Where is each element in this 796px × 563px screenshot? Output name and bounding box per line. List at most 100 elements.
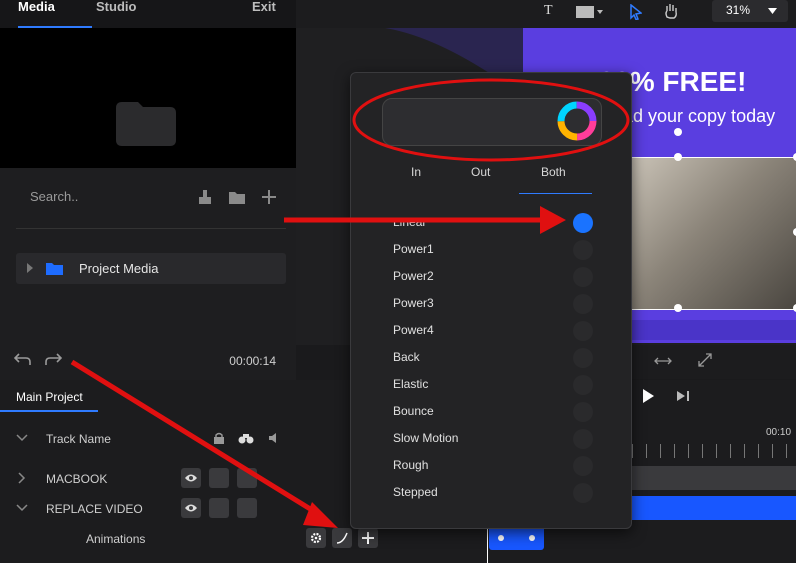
redo-icon[interactable] [44, 352, 62, 366]
easing-preview[interactable] [382, 98, 602, 146]
eye-icon [185, 504, 197, 512]
tab-in[interactable]: In [411, 165, 421, 179]
easing-radio[interactable] [573, 402, 593, 422]
easing-option-label: Stepped [393, 485, 438, 499]
easing-option[interactable]: Rough [393, 456, 593, 480]
tab-studio[interactable]: Studio [96, 0, 136, 28]
folder-icon [46, 263, 63, 275]
playhead[interactable] [487, 526, 488, 563]
tab-indicator [519, 193, 592, 194]
media-item-project-media[interactable]: Project Media [16, 253, 286, 284]
divider [16, 228, 286, 229]
animation-keyframes[interactable] [489, 526, 544, 550]
track-header-row: Track Name [0, 426, 380, 454]
easing-option-label: Power4 [393, 323, 434, 337]
add-animation-button[interactable] [358, 528, 378, 548]
lock-toggle[interactable] [209, 498, 229, 518]
eye-icon [185, 474, 197, 482]
keyframe[interactable] [529, 535, 535, 541]
chevron-right-icon[interactable] [26, 263, 34, 273]
tab-out[interactable]: Out [471, 165, 490, 179]
tab-main-project[interactable]: Main Project [0, 390, 98, 412]
easing-option[interactable]: Bounce [393, 402, 593, 426]
keyframe[interactable] [498, 535, 504, 541]
easing-curve-icon [336, 532, 348, 544]
track-name-label: Track Name [46, 432, 111, 446]
track-row[interactable]: MACBOOK [0, 466, 380, 494]
easing-radio[interactable] [573, 240, 593, 260]
fit-icon[interactable] [698, 353, 712, 367]
clip-replace-video[interactable] [632, 496, 796, 520]
easing-option[interactable]: Elastic [393, 375, 593, 399]
visibility-toggle[interactable] [181, 468, 201, 488]
easing-radio[interactable] [573, 294, 593, 314]
easing-radio[interactable] [573, 321, 593, 341]
easing-option[interactable]: Power4 [393, 321, 593, 345]
easing-button[interactable] [332, 528, 352, 548]
easing-option[interactable]: Linear [393, 213, 593, 237]
tab-both[interactable]: Both [541, 165, 566, 179]
track-label: REPLACE VIDEO [46, 502, 143, 516]
chevron-down-icon[interactable] [16, 432, 28, 444]
promo-strip [630, 320, 796, 340]
volume-icon[interactable] [268, 432, 282, 444]
easing-option-label: Power2 [393, 269, 434, 283]
pointer-icon[interactable] [630, 4, 642, 20]
easing-radio[interactable] [573, 375, 593, 395]
transform-controls [632, 345, 796, 379]
easing-radio[interactable] [573, 483, 593, 503]
animation-settings-button[interactable] [306, 528, 326, 548]
ruler-ticks [632, 444, 796, 458]
lock-icon[interactable] [213, 432, 225, 444]
easing-option[interactable]: Back [393, 348, 593, 372]
easing-option[interactable]: Slow Motion [393, 429, 593, 453]
play-icon[interactable] [640, 388, 656, 404]
tab-exit[interactable]: Exit [252, 0, 276, 28]
brand-logo-icon [557, 101, 597, 141]
mute-toggle[interactable] [237, 498, 257, 518]
rotate-handle[interactable] [674, 128, 682, 136]
chevron-right-icon[interactable] [16, 472, 28, 484]
resize-handle[interactable] [674, 304, 682, 312]
history-row: 00:00:14 [0, 344, 296, 374]
ruler-time: 00:10 [766, 427, 792, 438]
easing-option-label: Bounce [393, 404, 434, 418]
binoculars-icon[interactable] [238, 432, 254, 444]
easing-option[interactable]: Stepped [393, 483, 593, 507]
search-input[interactable] [16, 182, 190, 210]
chevron-down-icon [768, 8, 777, 14]
tab-media[interactable]: Media [18, 0, 92, 28]
resize-handle[interactable] [674, 153, 682, 161]
easing-option[interactable]: Power3 [393, 294, 593, 318]
easing-radio[interactable] [573, 213, 593, 233]
new-folder-icon[interactable] [228, 188, 246, 206]
clip-macbook[interactable] [632, 466, 796, 490]
easing-option-label: Power3 [393, 296, 434, 310]
search-row [16, 182, 286, 212]
text-tool-icon[interactable]: T [544, 3, 553, 19]
zoom-select[interactable]: 31% [712, 0, 788, 22]
shape-tool-icon[interactable] [576, 6, 604, 18]
easing-radio[interactable] [573, 456, 593, 476]
add-icon[interactable] [260, 188, 278, 206]
easing-option[interactable]: Power2 [393, 267, 593, 291]
hand-icon[interactable] [664, 3, 678, 19]
panel-tabs: Media Studio Exit [0, 0, 296, 28]
flip-horizontal-icon[interactable] [654, 355, 672, 367]
promo-subtitle: ad your copy today [623, 106, 776, 126]
easing-radio[interactable] [573, 348, 593, 368]
skip-end-icon[interactable] [676, 390, 690, 402]
selected-video-layer[interactable] [630, 128, 796, 312]
lock-toggle[interactable] [209, 468, 229, 488]
visibility-toggle[interactable] [181, 498, 201, 518]
easing-option-label: Elastic [393, 377, 429, 391]
undo-icon[interactable] [14, 352, 32, 366]
import-icon[interactable] [196, 188, 214, 206]
chevron-down-icon[interactable] [16, 502, 28, 514]
track-row[interactable]: REPLACE VIDEO [0, 496, 380, 524]
easing-radio[interactable] [573, 429, 593, 449]
easing-option[interactable]: Power1 [393, 240, 593, 264]
easing-radio[interactable] [573, 267, 593, 287]
mute-toggle[interactable] [237, 468, 257, 488]
media-preview [0, 28, 296, 168]
